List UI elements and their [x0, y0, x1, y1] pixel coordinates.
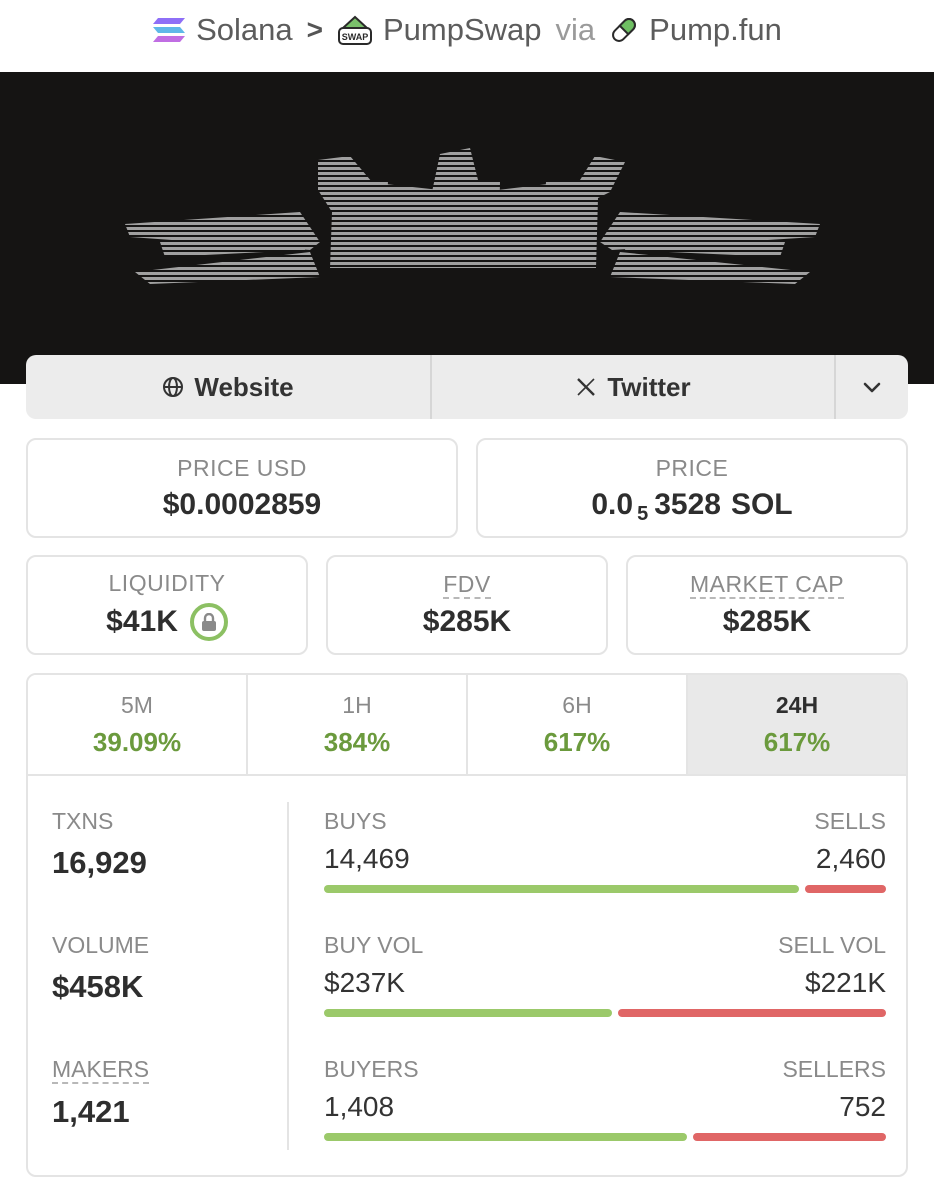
tab-label: 6H [562, 691, 592, 718]
launchpad-name: Pump.fun [649, 12, 782, 47]
buy-bar [324, 1133, 687, 1141]
makers-value: 1,421 [52, 1094, 130, 1129]
more-links-button[interactable] [836, 355, 908, 419]
buys-value: 14,469 [324, 843, 410, 874]
sell-vol-label: SELL VOL [778, 932, 886, 958]
price-native-zero-count: 5 [637, 503, 649, 525]
fdv-label[interactable]: FDV [443, 571, 491, 599]
price-native-value: 0.0 5 3528 SOL [591, 487, 793, 526]
price-usd-card: PRICE USD $0.0002859 [26, 438, 458, 538]
dex-name: PumpSwap [383, 12, 542, 47]
tab-change: 384% [323, 726, 391, 757]
makers-label[interactable]: MAKERS [52, 1056, 150, 1084]
swap-badge-text: SWAP [342, 32, 369, 42]
sells-label: SELLS [814, 808, 886, 834]
makers-ratio: BUYERS SELLERS 1,408 752 [324, 1056, 886, 1141]
twitter-button[interactable]: Twitter [430, 355, 836, 419]
buy-bar [324, 1009, 612, 1017]
lock-icon [201, 612, 216, 631]
liquidity-card: LIQUIDITY $41K [26, 555, 308, 655]
stats-detail: TXNS 16,929 VOLUME $458K MAKERS 1,421 BU… [28, 776, 906, 1175]
sells-value: 2,460 [815, 843, 886, 874]
txns-metric: TXNS 16,929 [52, 808, 147, 881]
tab-change: 39.09% [92, 726, 182, 757]
tab-1h[interactable]: 1H 384% [248, 675, 468, 774]
price-native-label: PRICE [655, 454, 729, 481]
breadcrumb-chain[interactable]: Solana [152, 12, 293, 48]
price-native-digits: 3528 [654, 487, 721, 521]
market-cap-card: MARKET CAP $285K [626, 555, 908, 655]
volume-label: VOLUME [52, 932, 150, 958]
banner-art [125, 148, 820, 284]
price-native-unit: SOL [730, 487, 793, 521]
x-logo-icon [577, 378, 596, 396]
column-divider [287, 802, 289, 1150]
fdv-card: FDV $285K [326, 555, 608, 655]
liquidity-value-row: $41K [106, 602, 228, 641]
tab-label: 24H [775, 691, 819, 718]
chain-name: Solana [196, 12, 293, 47]
makers-metric: MAKERS 1,421 [52, 1056, 150, 1130]
liquidity-value: $41K [106, 604, 178, 638]
price-usd-label: PRICE USD [177, 454, 307, 481]
timeframe-tabs: 5M 39.09% 1H 384% 6H 617% 24H 617% [28, 675, 906, 776]
sell-bar [618, 1009, 886, 1017]
breadcrumb: Solana > SWAP PumpSwap via Pump.fun [0, 0, 934, 60]
twitter-label: Twitter [607, 371, 691, 402]
tab-change: 617% [543, 726, 611, 757]
tab-6h[interactable]: 6H 617% [468, 675, 688, 774]
buy-vol-value: $237K [324, 967, 405, 998]
sell-vol-value: $221K [805, 967, 886, 998]
txns-label: TXNS [52, 808, 114, 834]
fdv-value: $285K [422, 605, 512, 638]
sell-bar [693, 1133, 886, 1141]
volume-ratio: BUY VOL SELL VOL $237K $221K [324, 932, 886, 1017]
breadcrumb-dex[interactable]: SWAP PumpSwap [337, 12, 542, 48]
market-cap-value: $285K [722, 605, 812, 638]
website-label: Website [194, 371, 294, 402]
sellers-label: SELLERS [782, 1056, 886, 1082]
globe-icon [163, 377, 184, 397]
links-bar: Website Twitter [26, 355, 908, 419]
buy-vol-label: BUY VOL [324, 932, 424, 958]
txns-ratio-bar [324, 885, 886, 893]
volume-value: $458K [52, 969, 144, 1004]
tab-label: 5M [121, 691, 153, 718]
buy-bar [324, 885, 799, 893]
sell-bar [805, 885, 886, 893]
solana-icon [153, 18, 186, 42]
sellers-value: 752 [839, 1091, 886, 1122]
price-native-card: PRICE 0.0 5 3528 SOL [476, 438, 908, 538]
breadcrumb-via: via [555, 12, 596, 47]
breadcrumb-launchpad[interactable]: Pump.fun [609, 12, 782, 48]
buys-label: BUYS [324, 808, 387, 834]
website-button[interactable]: Website [26, 355, 430, 419]
pumpswap-icon: SWAP [338, 15, 372, 45]
market-cap-label[interactable]: MARKET CAP [689, 571, 845, 599]
txns-ratio: BUYS SELLS 14,469 2,460 [324, 808, 886, 893]
chevron-down-icon [863, 382, 881, 393]
tab-24h[interactable]: 24H 617% [688, 675, 906, 774]
buyers-label: BUYERS [324, 1056, 419, 1082]
token-banner [0, 72, 934, 384]
volume-metric: VOLUME $458K [52, 932, 149, 1005]
price-usd-value: $0.0002859 [162, 487, 322, 521]
liquidity-lock-button[interactable] [189, 602, 228, 641]
makers-ratio-bar [324, 1133, 886, 1141]
buyers-value: 1,408 [324, 1091, 395, 1122]
tab-change: 617% [763, 726, 831, 757]
liquidity-label: LIQUIDITY [108, 569, 226, 596]
price-native-prefix: 0.0 [591, 487, 634, 521]
pill-icon [612, 18, 637, 42]
stats-panel: 5M 39.09% 1H 384% 6H 617% 24H 617% TXNS … [26, 673, 908, 1177]
txns-value: 16,929 [52, 845, 147, 880]
breadcrumb-separator: > [306, 14, 323, 45]
tab-label: 1H [342, 691, 372, 718]
tab-5m[interactable]: 5M 39.09% [28, 675, 248, 774]
volume-ratio-bar [324, 1009, 886, 1017]
